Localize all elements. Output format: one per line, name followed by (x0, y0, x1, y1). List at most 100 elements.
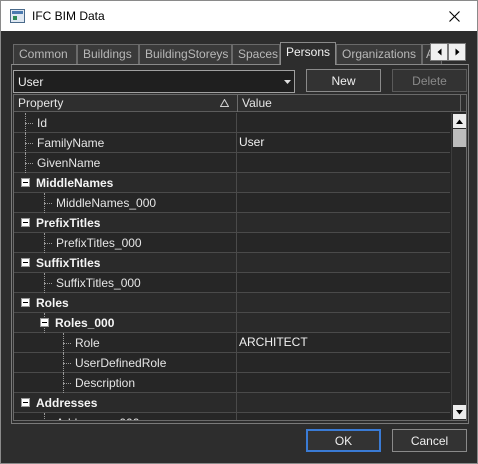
property-cell[interactable]: Description (14, 373, 237, 393)
grid-row[interactable]: Description (14, 373, 450, 393)
property-label: Id (37, 116, 48, 130)
app-icon (10, 9, 25, 23)
tree-line (63, 383, 71, 384)
cancel-button[interactable]: Cancel (392, 429, 467, 452)
close-icon (448, 10, 460, 22)
value-cell[interactable] (238, 273, 450, 292)
collapse-icon[interactable] (40, 318, 49, 327)
grid-row[interactable]: SuffixTitles_000 (14, 273, 450, 293)
tab-scroll-left-button[interactable] (430, 43, 448, 61)
grid-row[interactable]: Id (14, 113, 450, 133)
new-button[interactable]: New (306, 69, 381, 92)
grid-row[interactable]: FamilyName User (14, 133, 450, 153)
collapse-icon[interactable] (21, 178, 30, 187)
property-grid: Property Value Id FamilyName User GivenName… (13, 94, 467, 421)
arrow-right-icon (455, 48, 459, 56)
property-cell[interactable]: Roles_000 (14, 313, 237, 333)
property-cell[interactable]: Addresses_000 (14, 413, 237, 420)
value-cell[interactable] (238, 373, 450, 392)
chevron-down-icon[interactable] (280, 71, 294, 92)
value-cell[interactable] (238, 413, 450, 420)
delete-button[interactable]: Delete (392, 69, 467, 92)
collapse-icon[interactable] (21, 298, 30, 307)
property-label: Roles (36, 296, 69, 310)
property-cell[interactable]: Roles (14, 293, 237, 312)
arrow-up-icon (456, 119, 463, 124)
value-cell[interactable] (238, 173, 450, 192)
grid-row[interactable]: MiddleNames_000 (14, 193, 450, 213)
tab-buildingstoreys[interactable]: BuildingStoreys (139, 44, 232, 64)
sort-ascending-icon (220, 99, 229, 107)
grid-row[interactable]: UserDefinedRole (14, 353, 450, 373)
property-cell[interactable]: MiddleNames (14, 173, 237, 192)
tab-scroll-right-button[interactable] (448, 43, 466, 61)
value-cell[interactable] (238, 293, 450, 312)
property-label: MiddleNames_000 (56, 196, 157, 210)
property-cell[interactable]: Role (14, 333, 237, 353)
scroll-down-button[interactable] (453, 405, 466, 419)
grid-group-row[interactable]: Roles_000 (14, 313, 450, 333)
arrow-down-icon (456, 409, 463, 414)
tab-buildings[interactable]: Buildings (77, 44, 139, 64)
value-cell[interactable] (238, 393, 450, 412)
column-header-value[interactable]: Value (238, 95, 450, 112)
property-label: FamilyName (37, 136, 105, 150)
tab-common[interactable]: Common (13, 44, 77, 64)
value-cell[interactable] (238, 193, 450, 212)
scroll-thumb[interactable] (453, 129, 466, 147)
person-selector-dropdown[interactable]: User (13, 70, 295, 93)
property-label: PrefixTitles_000 (56, 236, 142, 250)
value-cell[interactable] (238, 233, 450, 252)
tab-persons[interactable]: Persons (280, 42, 336, 65)
tab-spaces[interactable]: Spaces (232, 44, 280, 64)
value-cell[interactable] (238, 213, 450, 232)
ifc-bim-data-dialog: IFC BIM Data Common Buildings BuildingSt… (0, 0, 478, 464)
property-label: Roles_000 (55, 316, 115, 330)
grid-row[interactable]: GivenName (14, 153, 450, 173)
property-cell[interactable]: Addresses (14, 393, 237, 412)
arrow-left-icon (437, 48, 441, 56)
collapse-icon[interactable] (21, 258, 30, 267)
close-button[interactable] (431, 1, 477, 31)
window-title: IFC BIM Data (32, 9, 105, 23)
property-cell[interactable]: GivenName (14, 153, 237, 173)
grid-group-row[interactable]: Roles (14, 293, 450, 313)
value-cell[interactable] (238, 253, 450, 272)
grid-group-row[interactable]: MiddleNames (14, 173, 450, 193)
value-cell[interactable] (238, 353, 450, 372)
property-cell[interactable]: SuffixTitles (14, 253, 237, 272)
property-label: MiddleNames (36, 176, 114, 190)
property-label: Description (75, 376, 136, 390)
value-cell[interactable]: ARCHITECT (238, 333, 450, 352)
property-cell[interactable]: UserDefinedRole (14, 353, 237, 373)
grid-row[interactable]: Addresses_000 (14, 413, 450, 420)
collapse-icon[interactable] (21, 218, 30, 227)
title-bar: IFC BIM Data (1, 1, 477, 31)
vertical-scrollbar[interactable] (451, 113, 466, 420)
value-cell[interactable]: User (238, 133, 450, 152)
property-label: SuffixTitles (36, 256, 101, 270)
tab-organizations[interactable]: Organizations (336, 44, 422, 64)
property-label: SuffixTitles_000 (56, 276, 141, 290)
property-cell[interactable]: Id (14, 113, 237, 133)
property-cell[interactable]: PrefixTitles_000 (14, 233, 237, 253)
grid-group-row[interactable]: Addresses (14, 393, 450, 413)
tree-line (44, 203, 52, 204)
ok-button[interactable]: OK (306, 429, 381, 452)
collapse-icon[interactable] (21, 398, 30, 407)
value-cell[interactable] (238, 153, 450, 172)
value-cell[interactable] (238, 313, 450, 332)
grid-group-row[interactable]: SuffixTitles (14, 253, 450, 273)
grid-group-row[interactable]: PrefixTitles (14, 213, 450, 233)
tab-strip: Common Buildings BuildingStoreys Spaces … (13, 42, 467, 65)
property-cell[interactable]: MiddleNames_000 (14, 193, 237, 213)
grid-row[interactable]: Role ARCHITECT (14, 333, 450, 353)
property-cell[interactable]: SuffixTitles_000 (14, 273, 237, 293)
value-cell[interactable] (238, 113, 450, 132)
column-header-property[interactable]: Property (14, 95, 237, 112)
property-cell[interactable]: FamilyName (14, 133, 237, 153)
property-cell[interactable]: PrefixTitles (14, 213, 237, 232)
scroll-up-button[interactable] (453, 114, 466, 128)
grid-row[interactable]: PrefixTitles_000 (14, 233, 450, 253)
tree-line (63, 343, 71, 344)
